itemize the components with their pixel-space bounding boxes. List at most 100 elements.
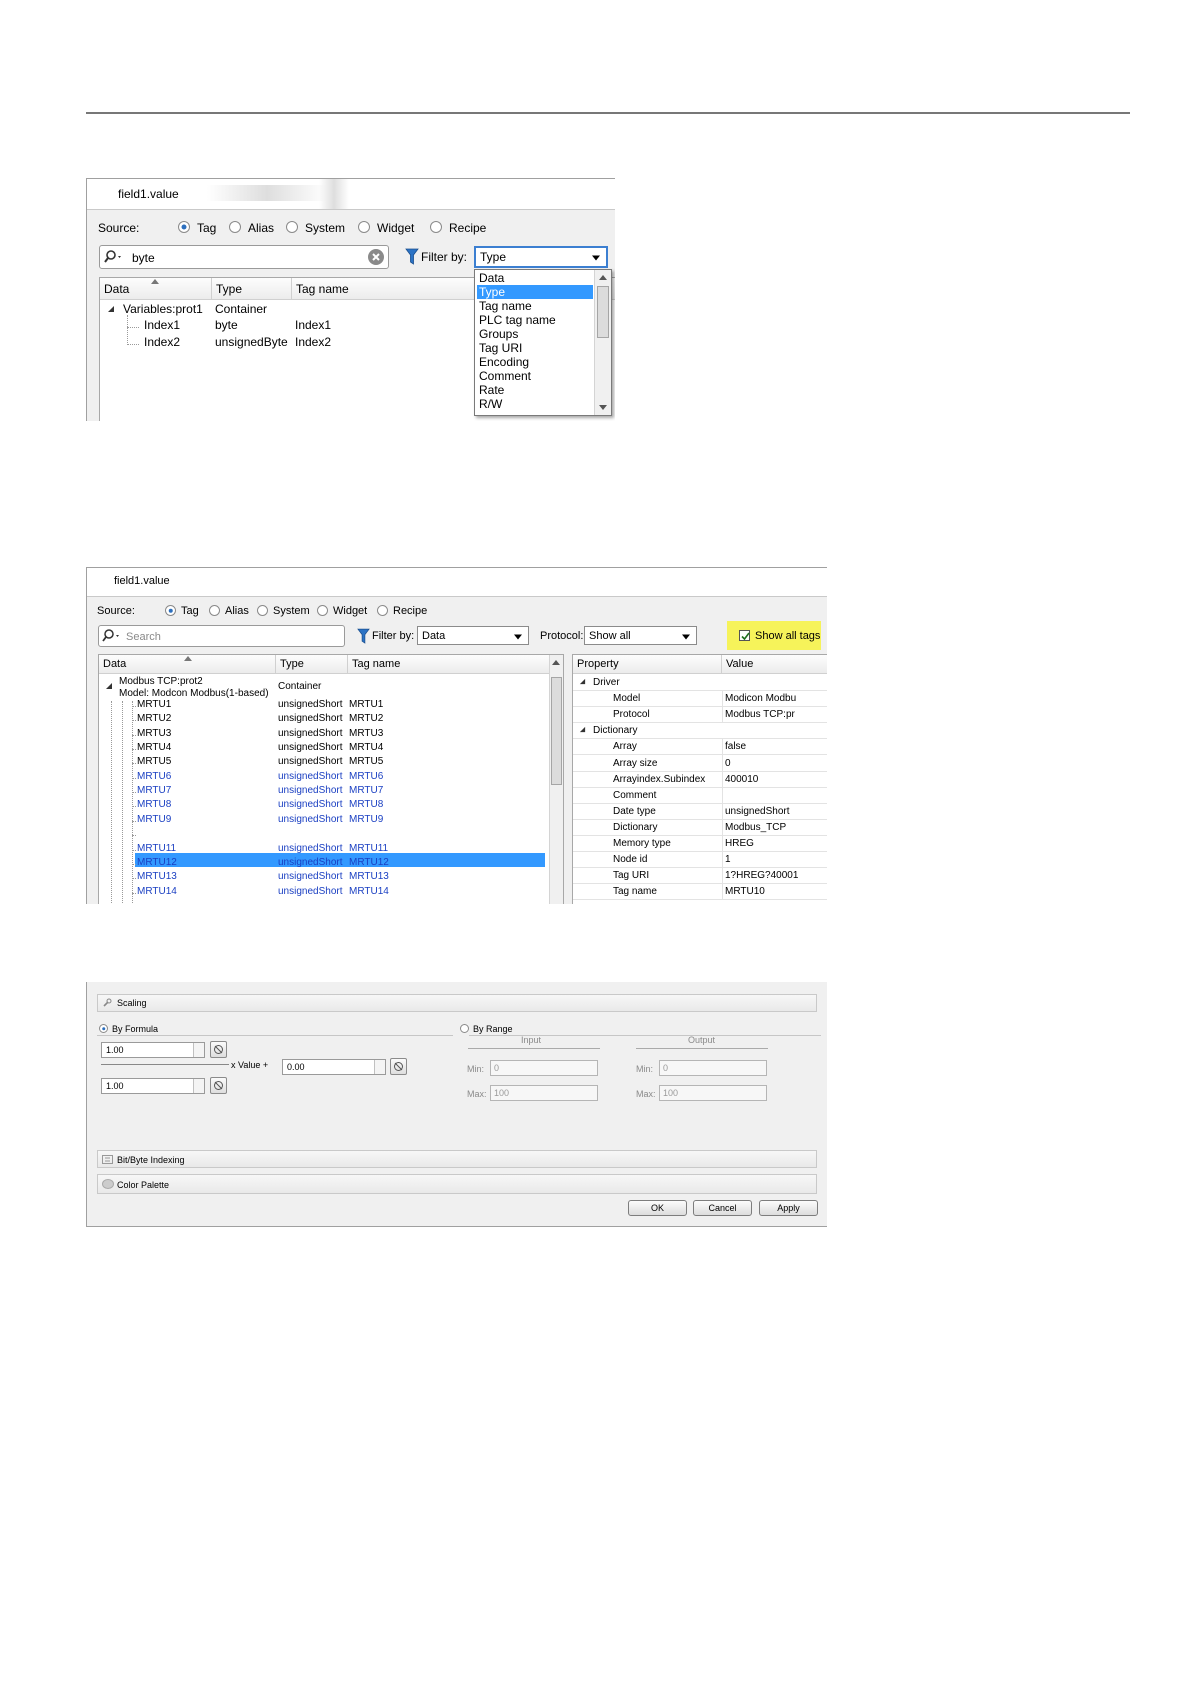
radio-tag[interactable] (178, 221, 190, 233)
radio-recipe[interactable] (430, 221, 442, 233)
table-row-data[interactable]: MRTU1 (137, 699, 171, 710)
radio-by-formula[interactable] (99, 1024, 108, 1033)
property-value[interactable]: Modbus_TCP (725, 822, 786, 833)
table-row-data[interactable]: MRTU14 (137, 886, 177, 897)
column-header-type[interactable]: Type (276, 655, 348, 674)
property-row[interactable]: Date type unsignedShort (573, 802, 827, 820)
column-header-data[interactable]: Data (100, 278, 212, 300)
expand-triangle-icon[interactable] (579, 726, 586, 733)
clear-search-icon[interactable] (367, 248, 385, 266)
dropdown-option[interactable]: Tag URI (477, 341, 593, 355)
tag-link-button[interactable] (210, 1041, 227, 1058)
dropdown-option[interactable]: Comment (477, 369, 593, 383)
property-value[interactable]: Modbus TCP:pr (725, 709, 795, 720)
table-row-data[interactable]: Index1 (144, 318, 180, 332)
property-value[interactable]: 1?HREG?40001 (725, 870, 798, 881)
dropdown-scrollbar[interactable] (594, 270, 611, 415)
dropdown-option[interactable]: R/W (477, 397, 593, 411)
numerator-input[interactable]: 1.00 (101, 1042, 205, 1058)
tree-root-label[interactable]: Variables:prot1 (123, 302, 203, 316)
table-row-data[interactable]: MRTU6 (137, 771, 171, 782)
property-row[interactable]: Tag name MRTU10 (573, 883, 827, 901)
scrollbar-thumb[interactable] (597, 286, 609, 338)
expand-triangle-icon[interactable] (105, 682, 113, 690)
property-value[interactable]: MRTU10 (725, 886, 765, 897)
tag-link-button[interactable] (390, 1058, 407, 1075)
property-row[interactable]: Tag URI 1?HREG?40001 (573, 867, 827, 885)
table-row-data[interactable]: MRTU7 (137, 785, 171, 796)
radio-by-range[interactable] (460, 1024, 469, 1033)
property-value[interactable]: 1 (725, 854, 731, 865)
search-input[interactable]: byte (99, 245, 389, 269)
filter-select[interactable]: Data (417, 626, 529, 645)
table-row-data[interactable]: MRTU12 (137, 857, 177, 868)
scrollbar-thumb[interactable] (551, 677, 562, 785)
table-row-data[interactable]: MRTU13 (137, 871, 177, 882)
expand-triangle-icon[interactable] (107, 305, 115, 313)
column-header-type[interactable]: Type (212, 278, 292, 300)
dropdown-option[interactable]: Tag name (477, 299, 593, 313)
ok-button[interactable]: OK (628, 1200, 687, 1216)
table-row-data[interactable]: MRTU2 (137, 713, 171, 724)
property-group-row[interactable]: Dictionary (573, 722, 827, 740)
column-header-tag-name[interactable]: Tag name (348, 655, 551, 674)
property-value[interactable]: unsignedShort (725, 806, 790, 817)
tree-scrollbar[interactable] (549, 655, 563, 904)
column-header-property[interactable]: Property (573, 655, 722, 674)
radio-system[interactable] (257, 605, 268, 616)
spinner-icon[interactable] (193, 1079, 204, 1093)
table-row-data[interactable]: MRTU10 (137, 828, 177, 839)
tree-root-label[interactable]: Modbus TCP:prot2 (119, 676, 203, 687)
dropdown-option[interactable]: Data (477, 271, 593, 285)
property-row[interactable]: Memory type HREG (573, 835, 827, 853)
spinner-icon[interactable] (374, 1060, 385, 1074)
table-row-data[interactable]: MRTU4 (137, 742, 171, 753)
table-row-data[interactable]: MRTU5 (137, 756, 171, 767)
expand-triangle-icon[interactable] (579, 678, 586, 685)
search-input[interactable]: Search (98, 625, 345, 647)
property-value[interactable]: Modicon Modbu (725, 693, 796, 704)
property-row[interactable]: Comment (573, 786, 827, 804)
radio-alias[interactable] (209, 605, 220, 616)
color-palette-section-header[interactable]: Color Palette (97, 1174, 817, 1194)
radio-widget[interactable] (358, 221, 370, 233)
radio-widget[interactable] (317, 605, 328, 616)
table-row-data[interactable]: MRTU3 (137, 728, 171, 739)
dropdown-option[interactable]: Rate (477, 383, 593, 397)
apply-button[interactable]: Apply (759, 1200, 818, 1216)
show-all-tags-label[interactable]: Show all tags (755, 630, 820, 642)
output-max-field[interactable]: 100 (659, 1085, 767, 1101)
input-max-field[interactable]: 100 (490, 1085, 598, 1101)
dropdown-option[interactable]: Encoding (477, 355, 593, 369)
radio-alias[interactable] (229, 221, 241, 233)
property-value[interactable]: false (725, 741, 746, 752)
scroll-down-icon[interactable] (599, 405, 607, 410)
dropdown-option[interactable]: PLC tag name (477, 313, 593, 327)
dropdown-option-selected[interactable]: Type (477, 285, 593, 299)
scroll-up-icon[interactable] (552, 660, 560, 665)
denominator-input[interactable]: 1.00 (101, 1078, 205, 1094)
property-row[interactable]: Node id 1 (573, 851, 827, 869)
show-all-tags-checkbox[interactable] (739, 630, 750, 641)
property-value[interactable]: 0 (725, 758, 731, 769)
cancel-button[interactable]: Cancel (693, 1200, 752, 1216)
radio-system[interactable] (286, 221, 298, 233)
property-value[interactable]: 400010 (725, 774, 758, 785)
property-row[interactable]: Protocol Modbus TCP:pr (573, 706, 827, 724)
tag-link-button[interactable] (210, 1077, 227, 1094)
property-value[interactable]: HREG (725, 838, 754, 849)
property-row[interactable]: Dictionary Modbus_TCP (573, 818, 827, 836)
property-row[interactable]: Array size 0 (573, 754, 827, 772)
column-header-data[interactable]: Data (99, 655, 276, 674)
property-row[interactable]: Model Modicon Modbu (573, 690, 827, 708)
offset-input[interactable]: 0.00 (282, 1059, 386, 1075)
output-min-field[interactable]: 0 (659, 1060, 767, 1076)
property-group-row[interactable]: Driver (573, 674, 827, 692)
scroll-up-icon[interactable] (599, 275, 607, 280)
spinner-icon[interactable] (193, 1043, 204, 1057)
table-row-data[interactable]: MRTU9 (137, 814, 171, 825)
radio-recipe[interactable] (377, 605, 388, 616)
table-row-data[interactable]: Index2 (144, 335, 180, 349)
dropdown-option[interactable]: Groups (477, 327, 593, 341)
radio-tag[interactable] (165, 605, 176, 616)
